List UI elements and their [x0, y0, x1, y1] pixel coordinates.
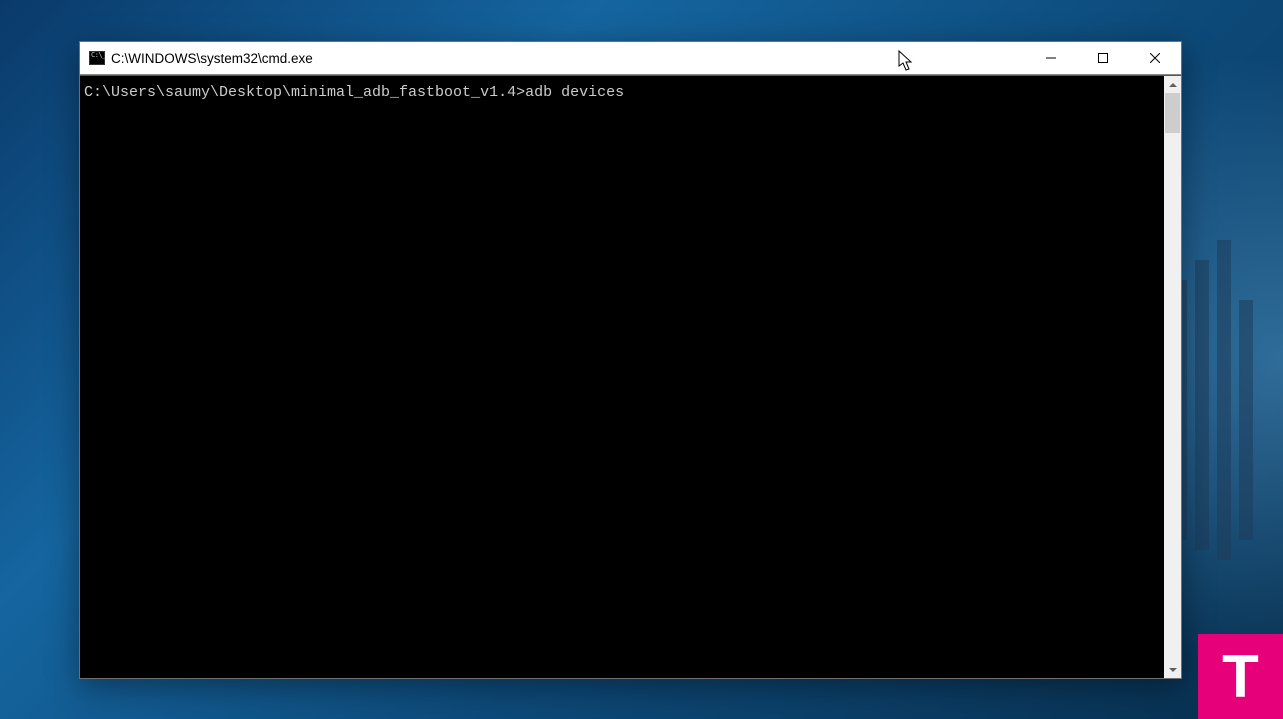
- window-controls: [1025, 42, 1181, 74]
- watermark-badge: T: [1198, 634, 1283, 719]
- maximize-button[interactable]: [1077, 42, 1129, 74]
- command-text: adb devices: [525, 84, 624, 101]
- watermark-letter: T: [1222, 642, 1259, 711]
- minimize-button[interactable]: [1025, 42, 1077, 74]
- terminal-output[interactable]: C:\Users\saumy\Desktop\minimal_adb_fastb…: [80, 76, 1164, 678]
- cmd-window: C:\WINDOWS\system32\cmd.exe C:\Users\sau…: [79, 41, 1182, 679]
- scroll-up-arrow-icon[interactable]: [1164, 76, 1181, 93]
- titlebar[interactable]: C:\WINDOWS\system32\cmd.exe: [80, 42, 1181, 75]
- window-title: C:\WINDOWS\system32\cmd.exe: [111, 51, 1025, 66]
- prompt-path: C:\Users\saumy\Desktop\minimal_adb_fastb…: [84, 84, 525, 101]
- cmd-icon: [89, 51, 105, 65]
- terminal-area: C:\Users\saumy\Desktop\minimal_adb_fastb…: [80, 75, 1181, 678]
- vertical-scrollbar[interactable]: [1164, 76, 1181, 678]
- close-button[interactable]: [1129, 42, 1181, 74]
- desktop-window-decoration: [1173, 240, 1253, 560]
- scroll-down-arrow-icon[interactable]: [1164, 661, 1181, 678]
- scroll-track[interactable]: [1164, 93, 1181, 661]
- scroll-thumb[interactable]: [1165, 93, 1180, 133]
